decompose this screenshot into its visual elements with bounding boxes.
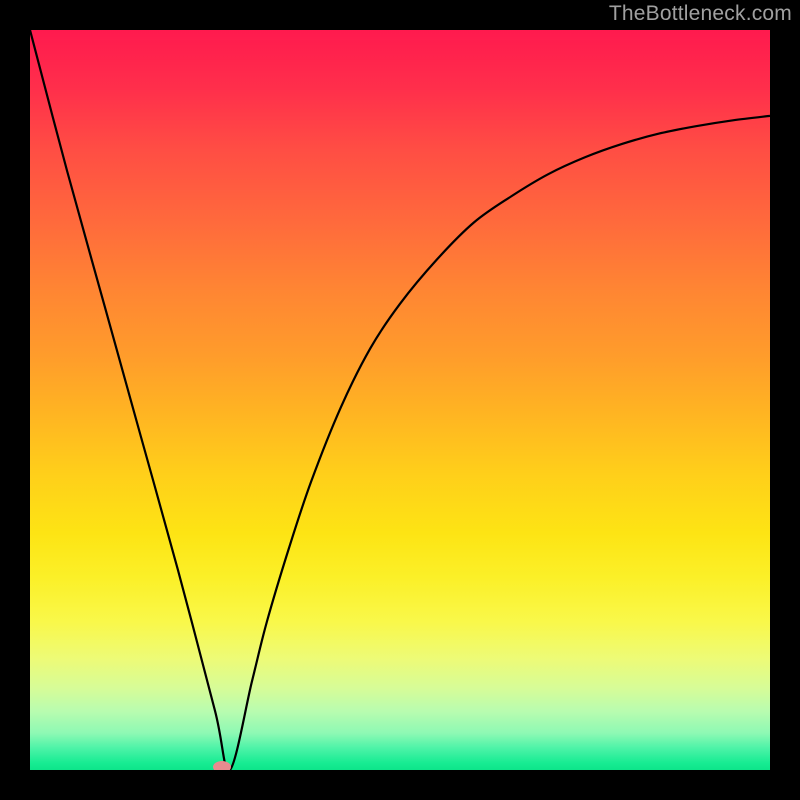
- bottleneck-curve: [30, 30, 770, 770]
- watermark-label: TheBottleneck.com: [609, 2, 792, 26]
- plot-area: [30, 30, 770, 770]
- minimum-marker: [213, 761, 231, 770]
- chart-frame: TheBottleneck.com: [0, 0, 800, 800]
